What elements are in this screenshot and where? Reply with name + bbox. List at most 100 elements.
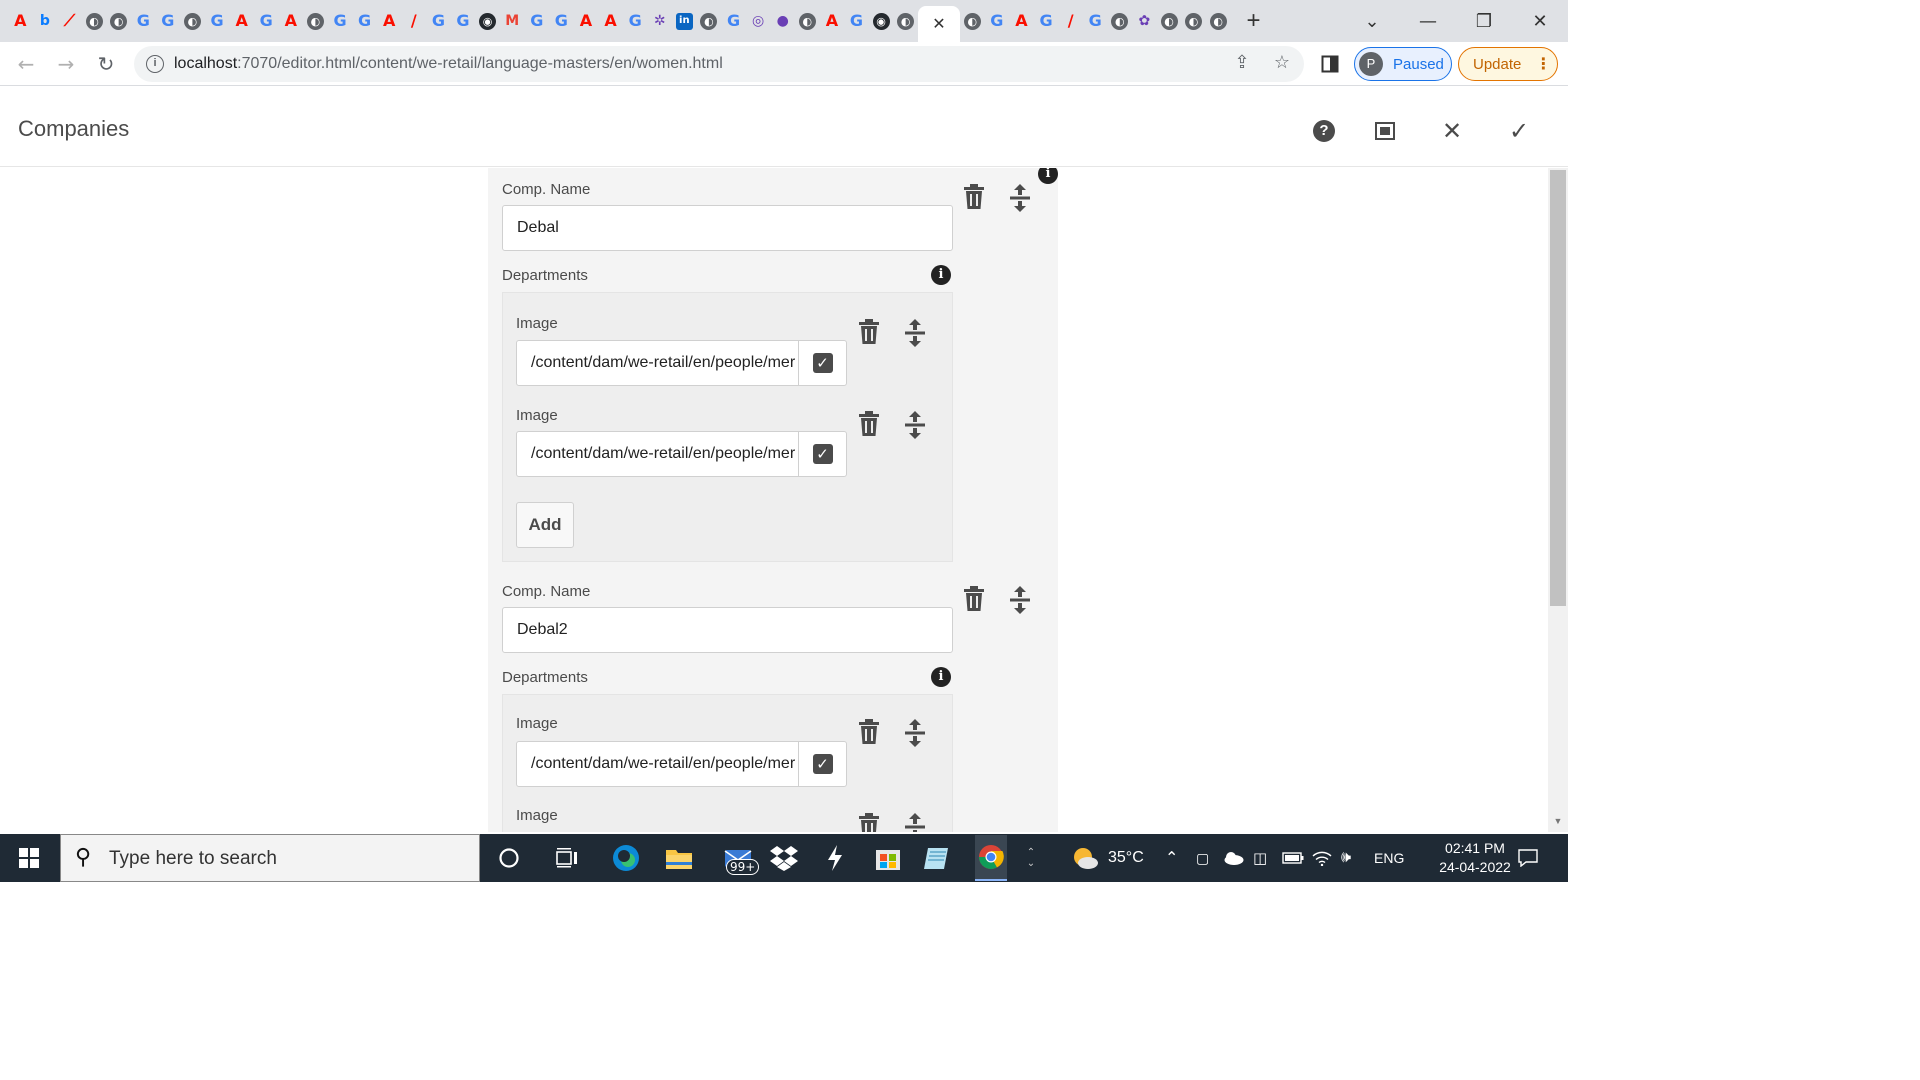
site-info-icon[interactable]: i (146, 55, 164, 73)
help-button[interactable]: ? (1310, 117, 1338, 145)
profile-button[interactable]: P Paused (1354, 47, 1452, 81)
taskbar-scroll-icon[interactable]: ⌃ ⌄ (1022, 834, 1040, 882)
minimize-icon[interactable]: — (1400, 0, 1456, 42)
tab-google-21[interactable]: G (524, 6, 549, 36)
tab-globe-46[interactable]: ◐ (1157, 6, 1182, 36)
reorder-icon[interactable] (904, 813, 926, 832)
side-panel-icon[interactable] (1316, 50, 1344, 78)
scroll-thumb[interactable] (1550, 170, 1566, 606)
taskbar-search[interactable]: ⚲ Type here to search (60, 834, 480, 882)
tab-globe-38[interactable]: ◐ (960, 6, 985, 36)
browse-button[interactable]: ✓ (798, 341, 846, 385)
mail-icon[interactable]: 99+ (718, 843, 760, 875)
start-button[interactable] (0, 834, 58, 882)
tab-google-34[interactable]: G (844, 6, 869, 36)
update-button[interactable]: Update ⋮ (1458, 47, 1558, 81)
tab-adobe-23[interactable]: A (574, 6, 599, 36)
meet-now-icon[interactable]: ▢ (1196, 834, 1209, 882)
restore-icon[interactable]: ❐ (1456, 0, 1512, 42)
tab-adobe-11[interactable]: A (279, 6, 304, 36)
comp-name-input[interactable]: Debal (502, 205, 953, 251)
info-icon[interactable]: i (1038, 168, 1058, 184)
tab-globe-7[interactable]: ◐ (180, 6, 205, 36)
tab-google-29[interactable]: G (721, 6, 746, 36)
tab-google-43[interactable]: G (1083, 6, 1108, 36)
tab-adobe-0[interactable]: A (8, 6, 33, 36)
tab-globe-28[interactable]: ◐ (697, 6, 722, 36)
tab-linkedin-27[interactable]: in (672, 6, 697, 36)
onedrive-icon[interactable] (1222, 834, 1244, 882)
tab-adobe-16[interactable]: / (402, 6, 427, 36)
dialog-scrollbar[interactable]: ▼ (1548, 168, 1568, 832)
share-icon[interactable]: ⇪ (1230, 52, 1254, 76)
tab-globe-12[interactable]: ◐ (303, 6, 328, 36)
image-path-value[interactable]: /content/dam/we-retail/en/people/mer (531, 742, 799, 786)
trash-icon[interactable] (858, 411, 880, 437)
task-view-icon[interactable] (552, 843, 582, 873)
trash-icon[interactable] (963, 586, 985, 612)
tab-google-14[interactable]: G (352, 6, 377, 36)
network-device-icon[interactable]: ◫ (1253, 834, 1267, 882)
tab-adobe-9[interactable]: A (229, 6, 254, 36)
browse-button[interactable]: ✓ (798, 432, 846, 476)
forward-icon[interactable]: → (52, 50, 80, 78)
tab-globe-47[interactable]: ◐ (1181, 6, 1206, 36)
tab-search-icon[interactable]: ⌄ (1344, 0, 1400, 42)
reload-icon[interactable]: ↻ (92, 50, 120, 78)
tab-other-26[interactable]: ✲ (647, 6, 672, 36)
close-tab-icon[interactable]: ✕ (930, 16, 947, 33)
tab-google-6[interactable]: G (156, 6, 181, 36)
reorder-icon[interactable] (1009, 184, 1031, 212)
notepad-icon[interactable] (923, 843, 953, 873)
back-icon[interactable]: ← (12, 50, 40, 78)
edge-icon[interactable] (611, 843, 641, 873)
reorder-icon[interactable] (904, 719, 926, 747)
tab-globe-3[interactable]: ◐ (82, 6, 107, 36)
tab-adobe-42[interactable]: / (1058, 6, 1083, 36)
add-image-button[interactable]: Add (516, 502, 574, 548)
language-indicator[interactable]: ENG (1374, 834, 1404, 882)
tab-google-13[interactable]: G (328, 6, 353, 36)
tab-google-25[interactable]: G (623, 6, 648, 36)
microsoft-store-icon[interactable] (873, 843, 903, 873)
tab-globe-36[interactable]: ◐ (893, 6, 918, 36)
trash-icon[interactable] (858, 719, 880, 745)
fullscreen-button[interactable] (1371, 117, 1399, 145)
file-explorer-icon[interactable] (664, 843, 694, 873)
tab-adobe-24[interactable]: A (598, 6, 623, 36)
tab-google-41[interactable]: G (1034, 6, 1059, 36)
browse-button[interactable]: ✓ (798, 742, 846, 786)
tab-other-31[interactable]: ● (770, 6, 795, 36)
tab-adobe-15[interactable]: A (377, 6, 402, 36)
image-pathfield[interactable]: /content/dam/we-retail/en/people/mer ✓ (516, 431, 847, 477)
tab-bing-1[interactable]: b (33, 6, 58, 36)
clock[interactable]: 02:41 PM 24-04-2022 (1430, 839, 1520, 877)
battery-icon[interactable] (1282, 834, 1304, 882)
tab-github-35[interactable]: ◉ (869, 6, 894, 36)
tab-other-30[interactable]: ◎ (746, 6, 771, 36)
image-pathfield[interactable]: /content/dam/we-retail/en/people/mer ✓ (516, 741, 847, 787)
show-hidden-icons[interactable]: ⌃ (1165, 834, 1178, 882)
image-path-value[interactable]: /content/dam/we-retail/en/people/mer (531, 341, 799, 385)
info-icon[interactable]: i (931, 265, 951, 285)
tab-adobe-33[interactable]: A (820, 6, 845, 36)
trash-icon[interactable] (858, 813, 880, 832)
reorder-icon[interactable] (1009, 586, 1031, 614)
chrome-icon[interactable] (975, 835, 1007, 881)
scroll-down-icon[interactable]: ▼ (1552, 816, 1564, 826)
weather-widget[interactable]: 35°C (1070, 834, 1144, 882)
reorder-icon[interactable] (904, 411, 926, 439)
tab-adobe-40[interactable]: A (1009, 6, 1034, 36)
tab-google-39[interactable]: G (985, 6, 1010, 36)
tab-google-8[interactable]: G (205, 6, 230, 36)
tab-github-19[interactable]: ◉ (475, 6, 500, 36)
tab-gmail-20[interactable]: M (500, 6, 525, 36)
tab-globe-48[interactable]: ◐ (1206, 6, 1231, 36)
address-bar[interactable]: i localhost:7070/editor.html/content/we-… (134, 46, 1304, 82)
tab-active[interactable]: ✕ (917, 6, 960, 42)
tab-globe-32[interactable]: ◐ (795, 6, 820, 36)
tab-google-17[interactable]: G (426, 6, 451, 36)
app-icon[interactable] (820, 843, 850, 873)
image-path-value[interactable]: /content/dam/we-retail/en/people/mer (531, 432, 799, 476)
image-pathfield[interactable]: /content/dam/we-retail/en/people/mer ✓ (516, 340, 847, 386)
